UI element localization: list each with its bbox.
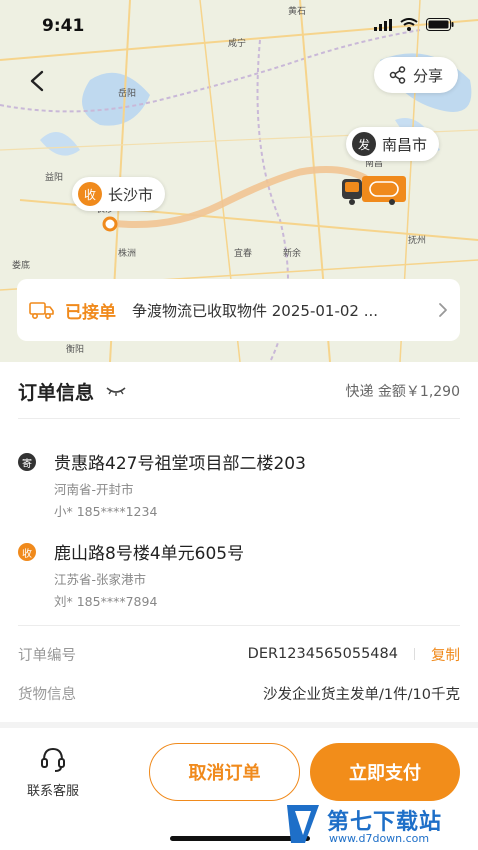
map-place-label: 岳阳 <box>118 87 136 99</box>
map-place-label: 新余 <box>283 247 301 259</box>
destination-pin[interactable]: 收 长沙市 <box>72 177 166 211</box>
receiver-street: 鹿山路8号楼4单元605号 <box>54 544 245 564</box>
goods-info-row: 货物信息 沙发企业货主发单/1件/10千克 <box>18 682 460 704</box>
goods-info-value: 沙发企业货主发单/1件/10千克 <box>263 686 460 703</box>
destination-city: 长沙市 <box>108 185 154 204</box>
receiver-contact: 刘* 185****7894 <box>54 594 158 609</box>
pay-now-button[interactable]: 立即支付 <box>310 743 460 801</box>
share-label: 分享 <box>412 66 443 85</box>
back-button[interactable] <box>20 64 54 98</box>
sender-region: 河南省-开封市 <box>54 482 134 497</box>
receiver-badge: 收 <box>18 543 36 561</box>
customer-service-label: 联系客服 <box>26 784 79 799</box>
order-number-value: DER1234565055484 <box>247 646 398 662</box>
origin-city: 南昌市 <box>382 135 428 154</box>
signal-icon <box>374 18 392 31</box>
divider <box>18 418 460 419</box>
status-bar: 9:41 <box>0 0 478 48</box>
eye-closed-icon[interactable] <box>106 385 126 397</box>
divider <box>18 625 460 626</box>
map-place-label: 衡阳 <box>66 343 84 355</box>
share-icon <box>389 66 406 84</box>
truck-icon <box>342 176 406 205</box>
order-number-row: 订单编号 DER1234565055484 复制 <box>18 643 460 665</box>
share-button[interactable]: 分享 <box>374 57 458 93</box>
order-status: 已接单 <box>65 302 116 323</box>
destination-badge: 收 <box>78 182 102 206</box>
origin-badge: 发 <box>352 132 376 156</box>
map-place-label: 娄底 <box>12 259 30 271</box>
order-number-label: 订单编号 <box>18 647 76 664</box>
delivery-truck-icon <box>29 302 54 320</box>
map-place-label: 抚州 <box>408 234 426 246</box>
battery-icon <box>426 18 454 31</box>
tracking-status-card[interactable]: 已接单 争渡物流已收取物件 2025-01-02 ... <box>17 279 460 341</box>
order-info-title: 订单信息 <box>18 381 95 404</box>
tracking-message: 争渡物流已收取物件 2025-01-02 ... <box>132 301 379 320</box>
sender-badge: 寄 <box>18 453 36 471</box>
goods-info-label: 货物信息 <box>18 686 76 703</box>
headset-icon <box>41 747 65 772</box>
watermark-url: www.d7down.com <box>329 832 430 845</box>
map-place-label: 株洲 <box>118 247 136 259</box>
map-place-label: 益阳 <box>45 171 63 183</box>
route-map[interactable]: 黄石咸宁岳阳益阳长沙株洲宜春新余南昌抚州娄底衡阳 9:41 <box>0 0 478 362</box>
map-place-label: 宜春 <box>234 247 252 259</box>
chevron-right-icon <box>439 303 447 317</box>
site-watermark: 第七下载站 www.d7down.com <box>283 798 478 850</box>
sender-street: 贵惠路427号祖堂项目部二楼203 <box>54 454 306 474</box>
watermark-logo-icon <box>287 805 319 843</box>
chevron-left-icon <box>30 70 44 92</box>
clock: 9:41 <box>42 16 85 36</box>
order-info-header: 订单信息 快递 金额￥1,290 <box>18 376 460 406</box>
order-amount: 快递 金额￥1,290 <box>345 384 460 400</box>
separator <box>414 648 415 660</box>
wifi-icon <box>400 18 418 31</box>
receiver-region: 江苏省-张家港市 <box>54 572 147 587</box>
copy-button[interactable]: 复制 <box>431 644 460 665</box>
origin-pin[interactable]: 发 南昌市 <box>346 127 440 161</box>
system-icons <box>374 18 454 31</box>
cancel-order-button[interactable]: 取消订单 <box>149 743 300 801</box>
customer-service-button[interactable]: 联系客服 <box>22 746 84 799</box>
order-info-card: 订单信息 快递 金额￥1,290 寄 贵惠路427号祖堂项目部二楼203 河南省… <box>0 362 478 722</box>
sender-contact: 小* 185****1234 <box>54 504 158 519</box>
